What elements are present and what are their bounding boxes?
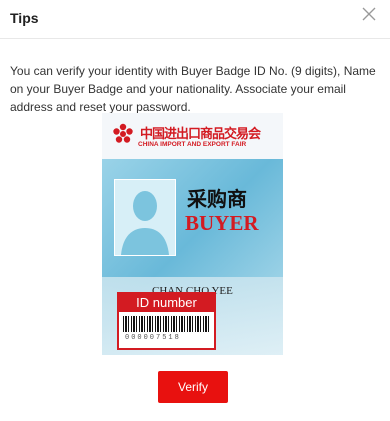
dialog-description: You can verify your identity with Buyer …	[10, 64, 376, 114]
barcode	[123, 316, 209, 332]
close-icon[interactable]	[362, 7, 376, 21]
dialog-title: Tips	[10, 10, 39, 26]
fair-header: 中国进出口商品交易会 CHINA IMPORT AND EXPORT FAIR	[102, 113, 283, 159]
id-number-label: ID number	[119, 294, 214, 312]
fair-name-cn: 中国进出口商品交易会	[140, 127, 261, 142]
id-number-box: ID number 000007518	[117, 292, 216, 350]
fair-name-en: CHINA IMPORT AND EXPORT FAIR	[138, 141, 247, 148]
buyer-role-en: BUYER	[185, 211, 259, 235]
photo-placeholder	[114, 179, 176, 256]
tips-dialog: Tips You can verify your identity with B…	[0, 0, 390, 421]
id-digits: 000007518	[125, 334, 181, 342]
dialog-header: Tips	[0, 0, 390, 40]
buyer-badge-image: 中国进出口商品交易会 CHINA IMPORT AND EXPORT FAIR …	[102, 113, 283, 355]
header-divider	[0, 38, 390, 39]
badge-body: 采购商 BUYER CHAN CHO YEE ID number 0000075…	[102, 159, 283, 355]
person-silhouette-icon	[121, 191, 169, 255]
buyer-role-cn: 采购商	[187, 187, 247, 211]
verify-button[interactable]: Verify	[158, 371, 228, 403]
canton-fair-logo-icon	[113, 123, 133, 143]
